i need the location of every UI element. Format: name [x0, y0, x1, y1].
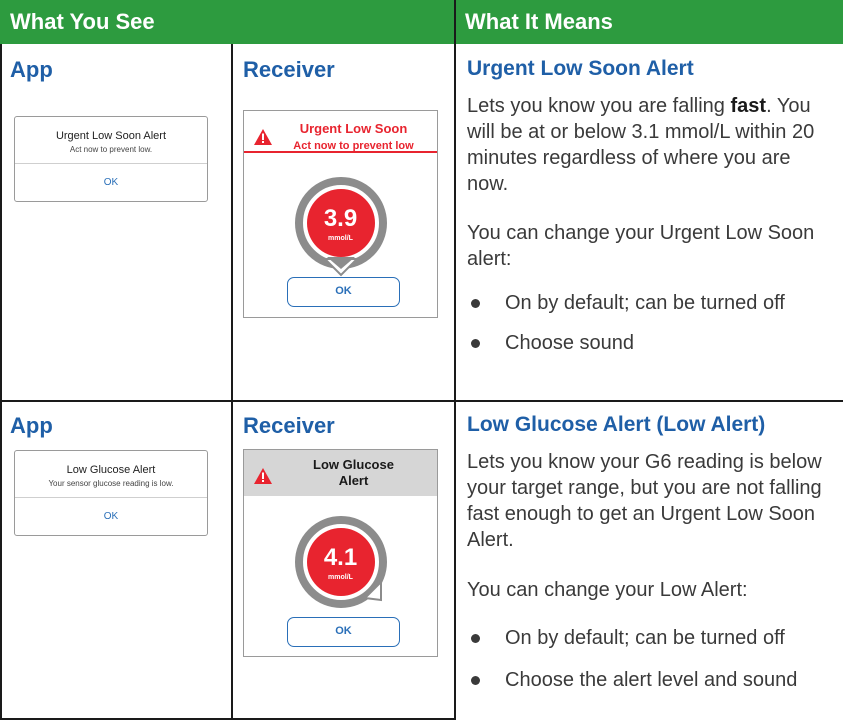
meaning-emphasis: fast [730, 95, 767, 117]
receiver-red-divider [244, 151, 437, 153]
receiver-screen: Urgent Low Soon Act now to prevent low 3… [243, 110, 438, 318]
receiver-alert-title: Low Glucose [313, 457, 394, 472]
bullet-dot [471, 339, 480, 348]
meaning-paragraph: Lets you know your G6 reading is below y… [467, 451, 822, 551]
header-what-it-means: What It Means [455, 0, 843, 44]
app-alert-ok-button[interactable]: OK [15, 177, 207, 188]
receiver-label: Receiver [243, 57, 335, 82]
app-alert-title: Urgent Low Soon Alert [55, 130, 167, 142]
row-divider [0, 400, 843, 402]
receiver-ok-button[interactable]: OK [287, 617, 400, 647]
app-alert-separator [15, 497, 207, 498]
receiver-alert-title: Urgent Low Soon [299, 121, 408, 136]
bullet-dot [471, 676, 480, 685]
glucose-value: 3.9 [323, 205, 358, 232]
bullet-text: Choose sound [505, 332, 634, 354]
bullet-dot [471, 634, 480, 643]
header-what-you-see: What You See [0, 0, 455, 44]
receiver-label: Receiver [243, 413, 335, 438]
receiver-ok-button[interactable]: OK [287, 277, 400, 307]
app-label: App [10, 57, 53, 82]
receiver-screen: Low Glucose Alert 4.1 mmol/L OK [243, 449, 438, 657]
app-alert-subtitle: Your sensor glucose reading is low. [48, 479, 174, 488]
app-alert-title: Low Glucose Alert [66, 464, 156, 476]
warning-triangle-icon [254, 468, 272, 484]
glucose-unit: mmol/L [328, 574, 353, 581]
bullet-text: On by default; can be turned off [505, 292, 785, 314]
meaning-paragraph: Lets you know you are falling fast. You … [467, 93, 832, 197]
app-alert-subtitle: Act now to prevent low. [69, 145, 153, 154]
glucose-value: 4.1 [323, 544, 358, 571]
app-alert-ok-button[interactable]: OK [15, 511, 207, 522]
meaning-text: Lets you know you are falling [467, 95, 731, 117]
meaning-title: Low Glucose Alert (Low Alert) [467, 413, 766, 436]
app-alert-dialog: Low Glucose Alert Your sensor glucose re… [14, 450, 208, 536]
meaning-paragraph: You can change your Low Alert: [467, 579, 748, 601]
divider-app-receiver [231, 44, 233, 720]
receiver-alert-subtitle: Alert [338, 473, 369, 488]
bullet-text: Choose the alert level and sound [505, 669, 798, 691]
glucose-unit: mmol/L [328, 235, 353, 242]
glucose-bubble-icon: 4.1 mmol/L [293, 516, 389, 616]
meaning-title: Urgent Low Soon Alert [467, 57, 694, 80]
meaning-paragraph: You can change your Urgent Low Soon aler… [467, 222, 815, 270]
divider-see-means [454, 0, 456, 720]
bullet-dot [471, 299, 480, 308]
alert-table: What You See What It Means App Receiver … [0, 0, 843, 720]
warning-triangle-icon [254, 129, 272, 145]
glucose-bubble-icon: 3.9 mmol/L [293, 177, 389, 277]
border-left [0, 44, 2, 720]
app-alert-separator [15, 163, 207, 164]
app-alert-dialog: Urgent Low Soon Alert Act now to prevent… [14, 116, 208, 202]
bullet-text: On by default; can be turned off [505, 627, 785, 649]
app-label: App [10, 413, 53, 438]
